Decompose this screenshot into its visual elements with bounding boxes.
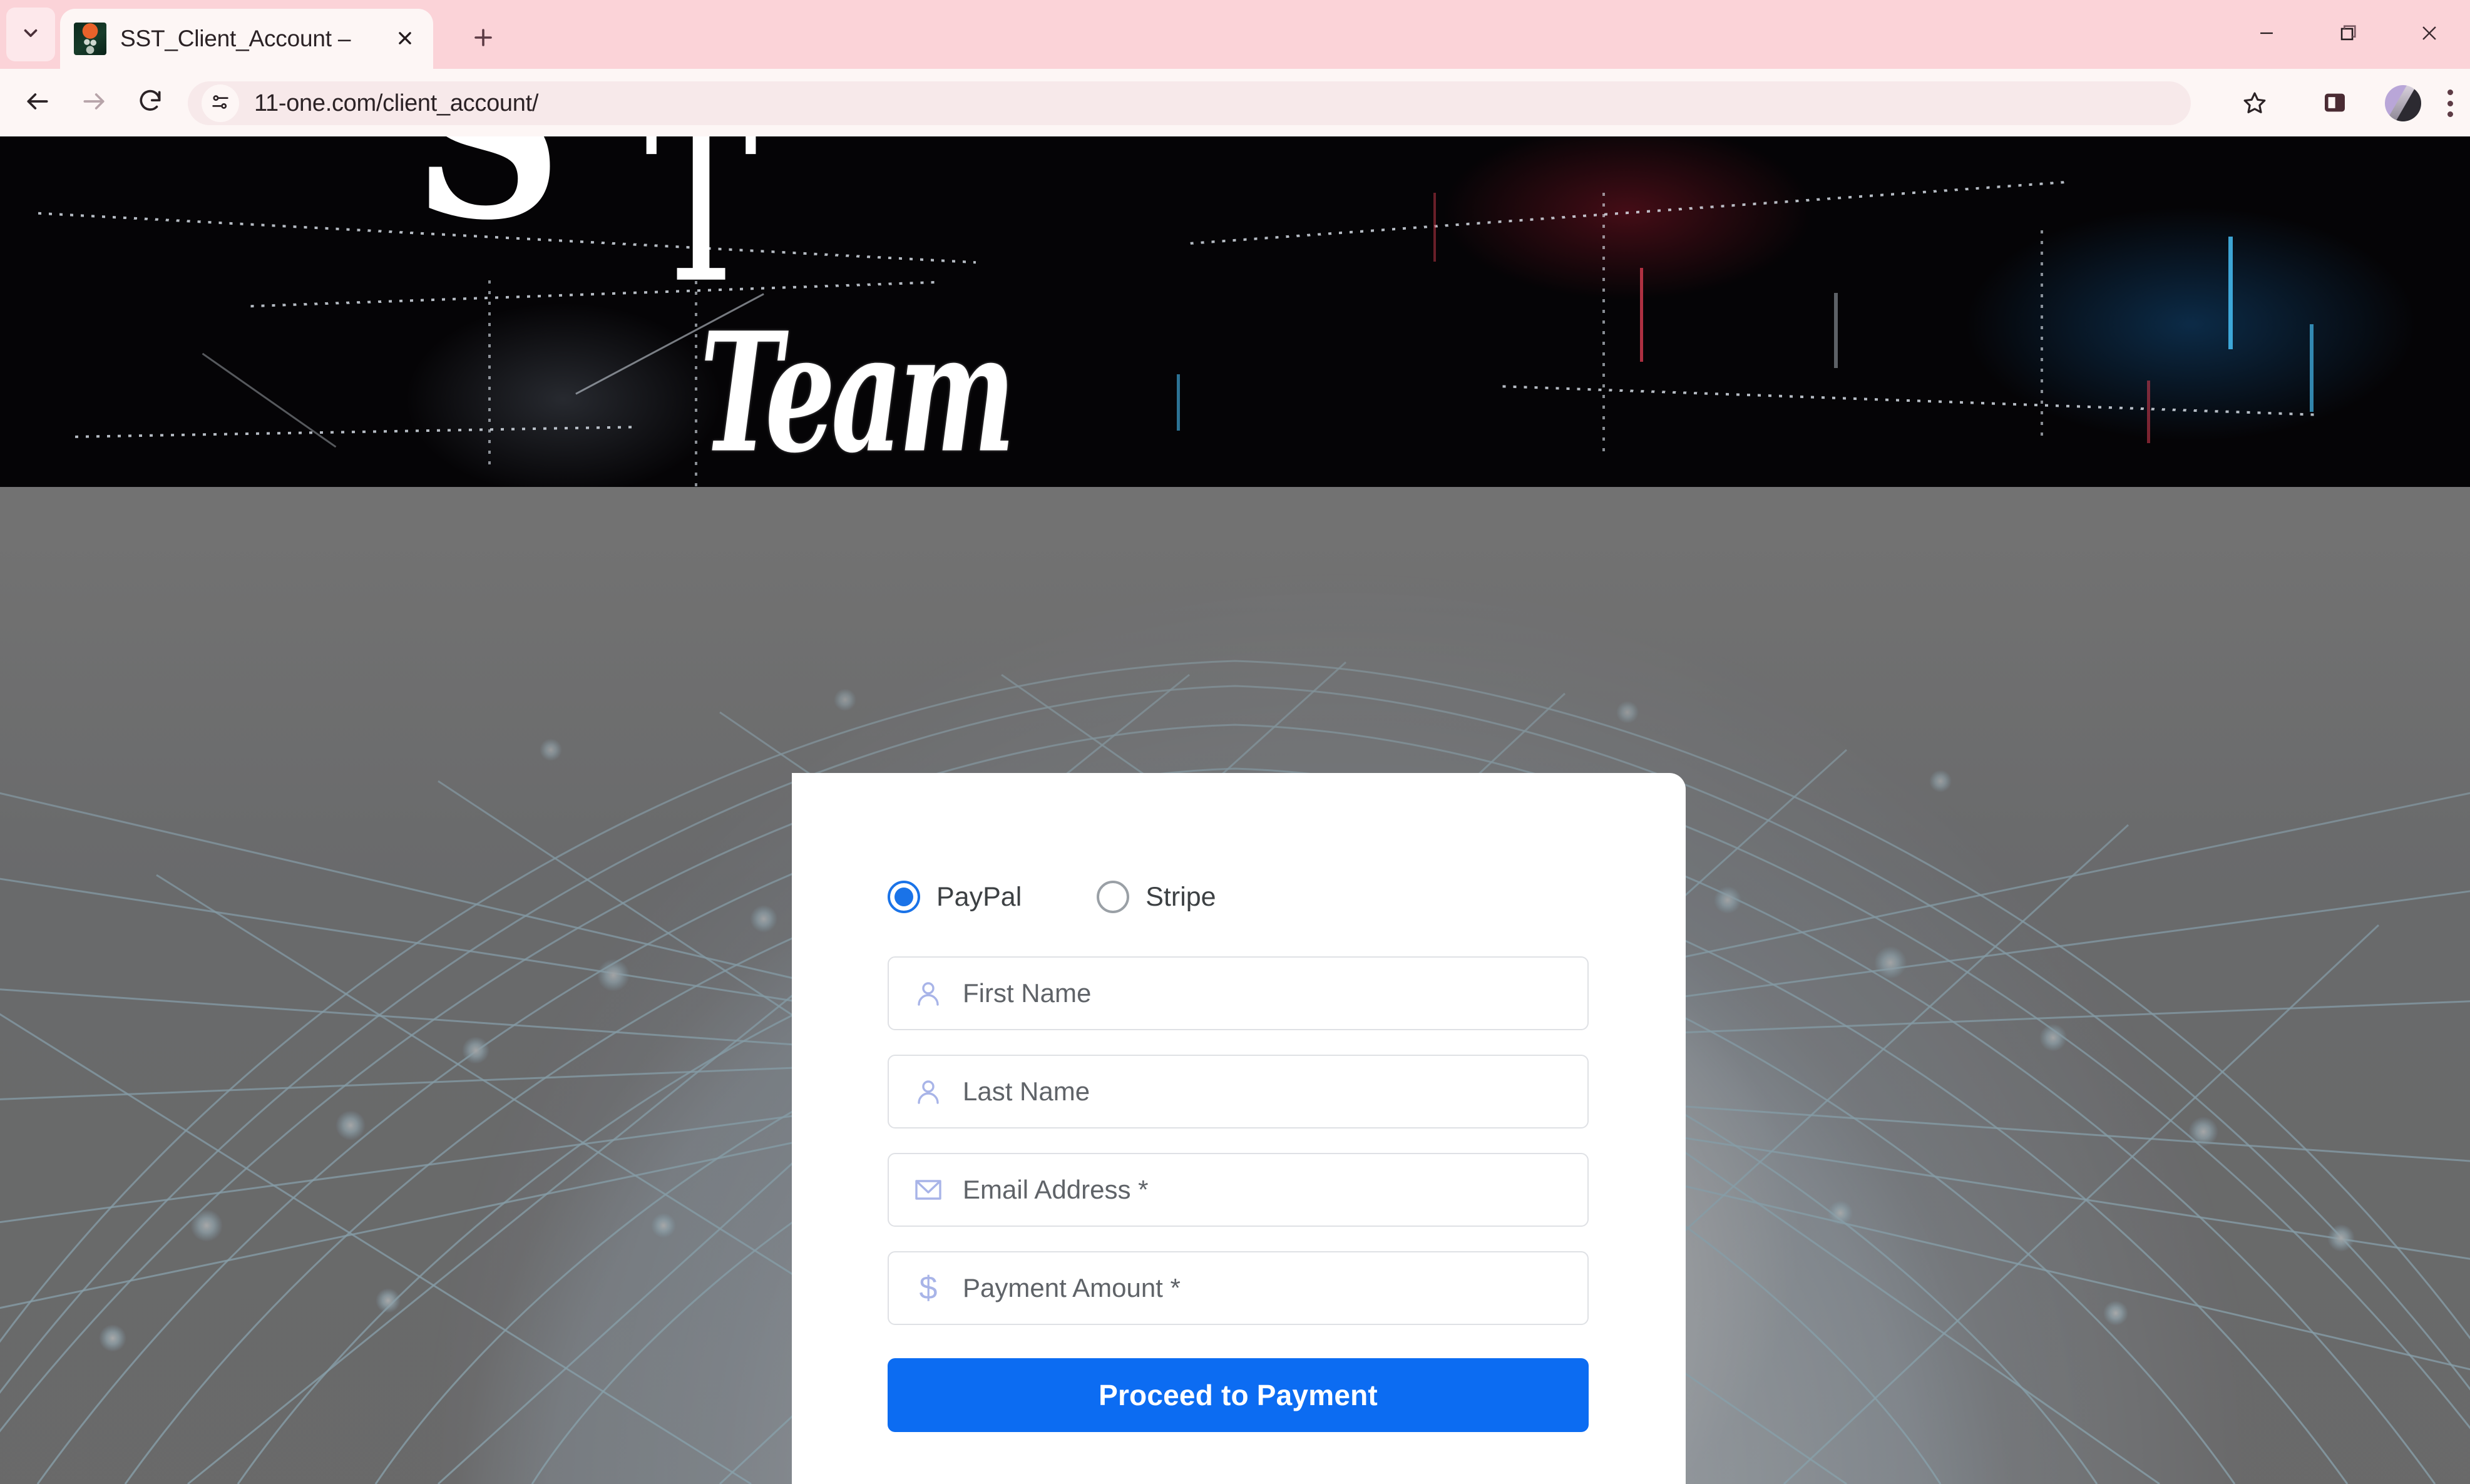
radio-option-stripe[interactable]: Stripe xyxy=(1097,881,1216,913)
radio-label-stripe: Stripe xyxy=(1145,881,1216,912)
menu-dot xyxy=(2447,89,2453,95)
banner-partial-letter-s: S xyxy=(413,136,562,272)
page-viewport: S T Team xyxy=(0,136,2470,1484)
chevron-down-icon xyxy=(20,23,41,47)
tab-title: SST_Client_Account – 11-one.co xyxy=(120,26,358,51)
new-tab-button[interactable] xyxy=(463,19,503,59)
envelope-icon xyxy=(911,1175,945,1205)
browser-toolbar: 11-one.com/client_account/ xyxy=(0,69,2470,136)
tab-search-button[interactable] xyxy=(6,8,55,61)
side-panel-button[interactable] xyxy=(2316,85,2354,123)
payment-method-group: PayPal Stripe xyxy=(888,881,1216,913)
window-close-button[interactable] xyxy=(2389,0,2470,69)
forward-arrow-icon xyxy=(80,88,108,118)
menu-dot xyxy=(2447,111,2453,118)
window-maximize-button[interactable] xyxy=(2307,0,2389,69)
radio-button-stripe[interactable] xyxy=(1097,881,1130,913)
radio-label-paypal: PayPal xyxy=(936,881,1022,912)
proceed-to-payment-button[interactable]: Proceed to Payment xyxy=(888,1358,1589,1432)
window-minimize-button[interactable] xyxy=(2226,0,2307,69)
site-settings-icon xyxy=(210,91,231,116)
hero-banner: S T Team xyxy=(0,136,2470,487)
payment-amount-placeholder: Payment Amount * xyxy=(963,1273,1181,1302)
forward-button[interactable] xyxy=(74,83,114,123)
first-name-placeholder: First Name xyxy=(963,978,1092,1008)
reload-icon xyxy=(136,88,164,118)
browser-window: SST_Client_Account – 11-one.com/client_a… xyxy=(0,0,2470,1484)
maximize-icon xyxy=(2337,23,2359,47)
browser-tab[interactable]: SST_Client_Account – 11-one.co xyxy=(60,9,433,69)
radio-option-paypal[interactable]: PayPal xyxy=(888,881,1022,913)
plus-icon xyxy=(472,26,495,52)
site-settings-button[interactable] xyxy=(202,84,239,122)
close-icon xyxy=(2419,23,2440,47)
last-name-placeholder: Last Name xyxy=(963,1077,1090,1106)
email-field[interactable]: Email Address * xyxy=(888,1153,1589,1227)
window-controls xyxy=(2226,0,2470,69)
close-icon xyxy=(396,29,414,50)
side-panel-icon xyxy=(2323,91,2347,118)
reload-button[interactable] xyxy=(130,83,170,123)
banner-title: Team xyxy=(700,296,1015,487)
last-name-field[interactable]: Last Name xyxy=(888,1055,1589,1128)
url-text: 11-one.com/client_account/ xyxy=(254,90,539,116)
site-favicon xyxy=(74,23,106,55)
person-icon xyxy=(911,978,945,1008)
three-dot-menu-button[interactable] xyxy=(2437,84,2462,123)
person-icon xyxy=(911,1077,945,1107)
tab-close-button[interactable] xyxy=(392,26,418,53)
back-arrow-icon xyxy=(24,88,51,118)
first-name-field[interactable]: First Name xyxy=(888,956,1589,1030)
bookmark-button[interactable] xyxy=(2236,85,2273,123)
email-placeholder: Email Address * xyxy=(963,1175,1149,1204)
back-button[interactable] xyxy=(18,83,58,123)
payment-form-card: PayPal Stripe First Name Last Name Email… xyxy=(792,773,1686,1484)
dollar-icon: $ xyxy=(919,1270,938,1306)
address-bar[interactable]: 11-one.com/client_account/ xyxy=(188,81,2191,125)
menu-dot xyxy=(2447,100,2453,106)
payment-amount-field[interactable]: $ Payment Amount * xyxy=(888,1251,1589,1325)
radio-button-paypal[interactable] xyxy=(888,881,920,913)
profile-avatar[interactable] xyxy=(2385,85,2421,121)
star-icon xyxy=(2242,90,2267,118)
minimize-icon xyxy=(2256,23,2277,47)
tab-strip: SST_Client_Account – 11-one.co xyxy=(0,0,2470,69)
